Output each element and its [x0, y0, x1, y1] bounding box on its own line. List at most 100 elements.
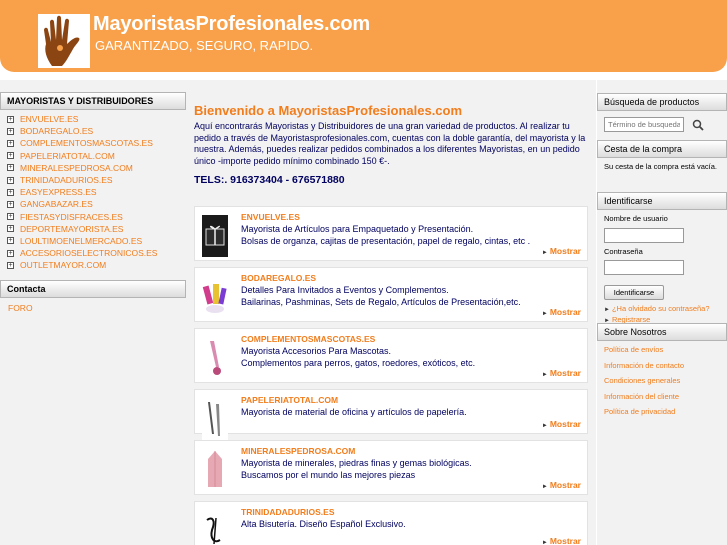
left-sidebar: MAYORISTAS Y DISTRIBUIDORES + ENVUELVE.ES…	[0, 80, 186, 545]
sidebar-item-label: LOULTIMOENELMERCADO.ES	[20, 235, 143, 246]
show-more-link[interactable]: ► Mostrar	[542, 536, 581, 545]
arrow-right-icon: ►	[604, 307, 610, 313]
shop-name[interactable]: MINERALESPEDROSA.COM	[241, 446, 355, 456]
shop-name[interactable]: BODAREGALO.ES	[241, 273, 316, 283]
sidebar-item[interactable]: + OUTLETMAYOR.COM	[7, 259, 186, 271]
sidebar-item-label: DEPORTEMAYORISTA.ES	[20, 223, 124, 234]
hand-logo-icon[interactable]	[38, 14, 90, 68]
login-box: Identificarse Nombre de usuario Contrase…	[597, 192, 727, 326]
expand-plus-icon[interactable]: +	[7, 237, 14, 245]
shop-name[interactable]: COMPLEMENTOSMASCOTAS.ES	[241, 334, 375, 344]
login-button[interactable]: Identificarse	[604, 285, 664, 300]
expand-plus-icon[interactable]: +	[7, 213, 14, 221]
shop-card-papeleriatotal: PAPELERIATOTAL.COM Mayorista de material…	[194, 389, 588, 440]
shop-name[interactable]: PAPELERIATOTAL.COM	[241, 395, 338, 405]
stationery-icon[interactable]	[202, 398, 228, 440]
shop-name[interactable]: TRINIDADADURIOS.ES	[241, 507, 335, 517]
about-box: Sobre Nosotros Política de envíos Informa…	[597, 323, 727, 423]
expand-plus-icon[interactable]: +	[7, 188, 14, 196]
sidebar-item[interactable]: + MINERALESPEDROSA.COM	[7, 162, 186, 174]
expand-plus-icon[interactable]: +	[7, 225, 14, 233]
pet-accessory-icon[interactable]	[202, 337, 228, 379]
show-more-link[interactable]: ► Mostrar	[542, 307, 581, 317]
expand-plus-icon[interactable]: +	[7, 176, 14, 184]
shop-description: Mayorista de minerales, piedras finas y …	[241, 458, 472, 480]
cart-empty-text: Su cesta de la compra está vacía.	[604, 162, 717, 171]
expand-plus-icon[interactable]: +	[7, 127, 14, 135]
sidebar-item[interactable]: + TRINIDADADURIOS.ES	[7, 174, 186, 186]
sidebar-item[interactable]: + ACCESORIOSELECTRONICOS.ES	[7, 247, 186, 259]
site-title[interactable]: MayoristasProfesionales.com	[93, 13, 370, 36]
about-link[interactable]: Política de envíos	[604, 345, 727, 361]
password-label: Contraseña	[604, 246, 643, 256]
sidebar-item[interactable]: + PAPELERIATOTAL.COM	[7, 150, 186, 162]
sidebar-item[interactable]: + ENVUELVE.ES	[7, 113, 186, 125]
sidebar-item[interactable]: + LOULTIMOENELMERCADO.ES	[7, 235, 186, 247]
sidebar-item[interactable]: + GANGABAZAR.ES	[7, 198, 186, 210]
sidebar-item-label: EASYEXPRESS.ES	[20, 187, 97, 198]
username-field[interactable]	[604, 227, 684, 243]
distributors-list: + ENVUELVE.ES + BODAREGALO.ES + COMPLEMENTOSM…	[0, 110, 186, 275]
arrow-right-icon: ►	[541, 311, 548, 317]
shop-card-envuelve: ENVUELVE.ES Mayorista de Artículos para …	[194, 206, 588, 261]
cart-box-title: Cesta de la compra	[597, 140, 727, 158]
jewelry-logo-icon[interactable]	[202, 510, 228, 545]
sidebar-item-label: ACCESORIOSELECTRONICOS.ES	[20, 248, 158, 259]
expand-plus-icon[interactable]: +	[7, 200, 14, 208]
arrow-right-icon: ►	[541, 540, 548, 545]
sidebar-item-label: ENVUELVE.ES	[20, 114, 79, 125]
sidebar-item-label: MINERALESPEDROSA.COM	[20, 162, 133, 173]
search-box: Búsqueda de productos	[597, 93, 727, 132]
arrow-right-icon: ►	[541, 484, 548, 490]
forgot-password-link[interactable]: ► ¿Ha olvidado su contraseña?	[604, 304, 727, 315]
shop-name[interactable]: ENVUELVE.ES	[241, 212, 300, 222]
sidebar-item[interactable]: + BODAREGALO.ES	[7, 125, 186, 137]
site-tagline: GARANTIZADO, SEGURO, RAPIDO.	[95, 38, 314, 53]
sidebar-item[interactable]: + DEPORTEMAYORISTA.ES	[7, 223, 186, 235]
show-more-link[interactable]: ► Mostrar	[542, 419, 581, 429]
expand-plus-icon[interactable]: +	[7, 249, 14, 257]
expand-plus-icon[interactable]: +	[7, 261, 14, 269]
shop-description: Mayorista de material de oficina y artíc…	[241, 407, 467, 417]
about-link[interactable]: Política de privacidad	[604, 407, 727, 423]
sidebar-item-label: TRINIDADADURIOS.ES	[20, 175, 113, 186]
about-link[interactable]: Condiciones generales	[604, 376, 727, 392]
about-link[interactable]: Información de contacto	[604, 361, 727, 377]
arrow-right-icon: ►	[541, 372, 548, 378]
sidebar-item[interactable]: + COMPLEMENTOSMASCOTAS.ES	[7, 137, 186, 149]
shop-card-complementosmascotas: COMPLEMENTOSMASCOTAS.ES Mayorista Acceso…	[194, 328, 588, 383]
main-content: Bienvenido a MayoristasProfesionales.com…	[186, 80, 596, 545]
show-more-link[interactable]: ► Mostrar	[542, 480, 581, 490]
password-field[interactable]	[604, 260, 684, 275]
sidebar-item-label: FIESTASYDISFRACES.ES	[20, 211, 123, 222]
contact-box: Contacta FORO	[0, 280, 186, 313]
search-input[interactable]	[604, 117, 684, 132]
login-box-title: Identificarse	[597, 192, 727, 210]
show-more-link[interactable]: ► Mostrar	[542, 368, 581, 378]
expand-plus-icon[interactable]: +	[7, 139, 14, 147]
phone-numbers: TELS:. 916373404 - 676571880	[194, 174, 345, 186]
search-icon[interactable]	[692, 119, 704, 131]
mineral-crystal-icon[interactable]	[202, 449, 228, 491]
gift-items-icon[interactable]	[202, 276, 228, 318]
shop-card-bodaregalo: BODAREGALO.ES Detalles Para Invitados a …	[194, 267, 588, 322]
expand-plus-icon[interactable]: +	[7, 164, 14, 172]
arrow-right-icon: ►	[541, 250, 548, 256]
foro-link[interactable]: FORO	[0, 298, 186, 313]
welcome-section: Bienvenido a MayoristasProfesionales.com…	[186, 80, 596, 186]
sidebar-item-label: GANGABAZAR.ES	[20, 199, 93, 210]
sidebar-item[interactable]: + FIESTASYDISFRACES.ES	[7, 211, 186, 223]
username-label: Nombre de usuario	[604, 214, 668, 223]
expand-plus-icon[interactable]: +	[7, 115, 14, 123]
gift-box-icon[interactable]	[202, 215, 228, 257]
shop-description: Detalles Para Invitados a Eventos y Comp…	[241, 285, 521, 307]
shop-description: Mayorista Accesorios Para Mascotas. Comp…	[241, 346, 476, 368]
about-link[interactable]: Información del cliente	[604, 392, 727, 408]
sidebar-item[interactable]: + EASYEXPRESS.ES	[7, 186, 186, 198]
expand-plus-icon[interactable]: +	[7, 152, 14, 160]
show-more-link[interactable]: ► Mostrar	[542, 246, 581, 256]
about-links-list: Política de envíos Información de contact…	[597, 341, 727, 423]
sidebar-item-label: PAPELERIATOTAL.COM	[20, 150, 115, 161]
arrow-right-icon: ►	[541, 423, 548, 429]
shop-description: Alta Bisutería. Diseño Español Exclusivo…	[241, 519, 406, 529]
